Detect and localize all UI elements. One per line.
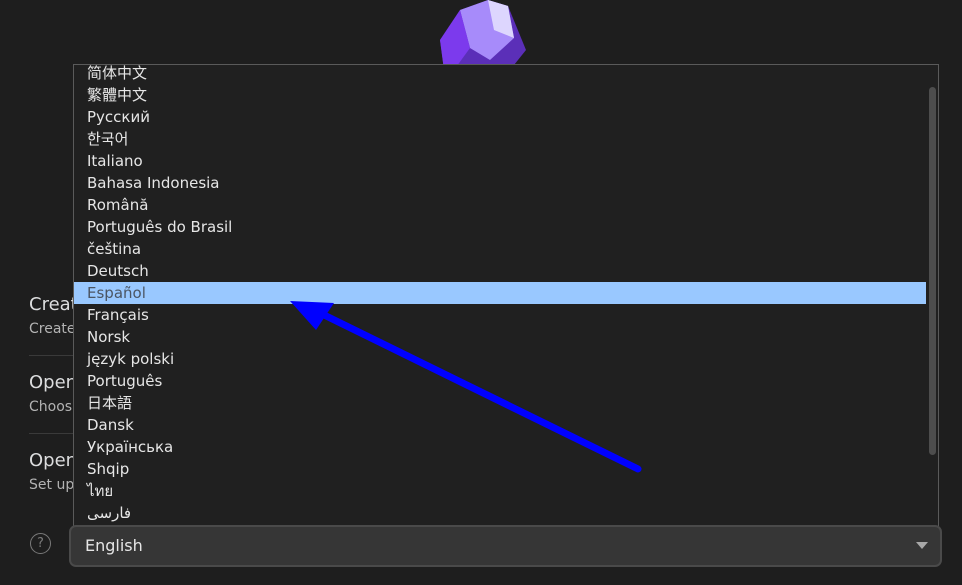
language-select-value: English: [85, 536, 143, 555]
language-option[interactable]: Français: [74, 304, 927, 326]
scrollbar-thumb[interactable]: [929, 87, 936, 455]
scrollbar-track[interactable]: [926, 65, 938, 527]
language-options: 简体中文 繁體中文 Русский 한국어 Italiano Bahasa Indones…: [74, 65, 927, 524]
help-icon[interactable]: ?: [30, 533, 51, 554]
language-option[interactable]: Shqip: [74, 458, 927, 480]
language-option[interactable]: 繁體中文: [74, 84, 927, 106]
language-dropdown-list[interactable]: 简体中文 繁體中文 Русский 한국어 Italiano Bahasa Indones…: [73, 64, 939, 527]
language-option[interactable]: ไทย: [74, 480, 927, 502]
language-option[interactable]: 日本語: [74, 392, 927, 414]
language-option[interactable]: 한국어: [74, 128, 927, 150]
language-option[interactable]: Español: [74, 282, 927, 304]
language-option[interactable]: Русский: [74, 106, 927, 128]
open-sync-action[interactable]: Open Set up: [29, 450, 77, 493]
language-option[interactable]: Bahasa Indonesia: [74, 172, 927, 194]
language-option[interactable]: Italiano: [74, 150, 927, 172]
open-folder-title: Open: [29, 372, 78, 393]
language-option[interactable]: Português do Brasil: [74, 216, 927, 238]
language-option[interactable]: Українська: [74, 436, 927, 458]
open-sync-description: Set up: [29, 477, 75, 493]
language-option[interactable]: Norsk: [74, 326, 927, 348]
language-option[interactable]: język polski: [74, 348, 927, 370]
open-folder-description: Choos: [29, 399, 73, 415]
create-vault-description: Create: [29, 321, 76, 337]
create-vault-title: Creat: [29, 294, 78, 315]
open-folder-action[interactable]: Open Choos: [29, 372, 77, 415]
language-select[interactable]: English: [69, 525, 942, 567]
language-option[interactable]: Română: [74, 194, 927, 216]
chevron-down-icon: [916, 542, 928, 549]
create-vault-action[interactable]: Creat Create: [29, 294, 78, 337]
language-option[interactable]: Português: [74, 370, 927, 392]
language-option[interactable]: 简体中文: [74, 65, 927, 84]
language-option[interactable]: Dansk: [74, 414, 927, 436]
obsidian-logo-icon: [440, 0, 526, 70]
open-sync-title: Open: [29, 450, 78, 471]
language-picker-screen: Creat Create Open Choos Open Set up ? 简体…: [0, 0, 962, 585]
language-option[interactable]: čeština: [74, 238, 927, 260]
language-option[interactable]: Deutsch: [74, 260, 927, 282]
language-option[interactable]: فارسی: [74, 502, 927, 524]
